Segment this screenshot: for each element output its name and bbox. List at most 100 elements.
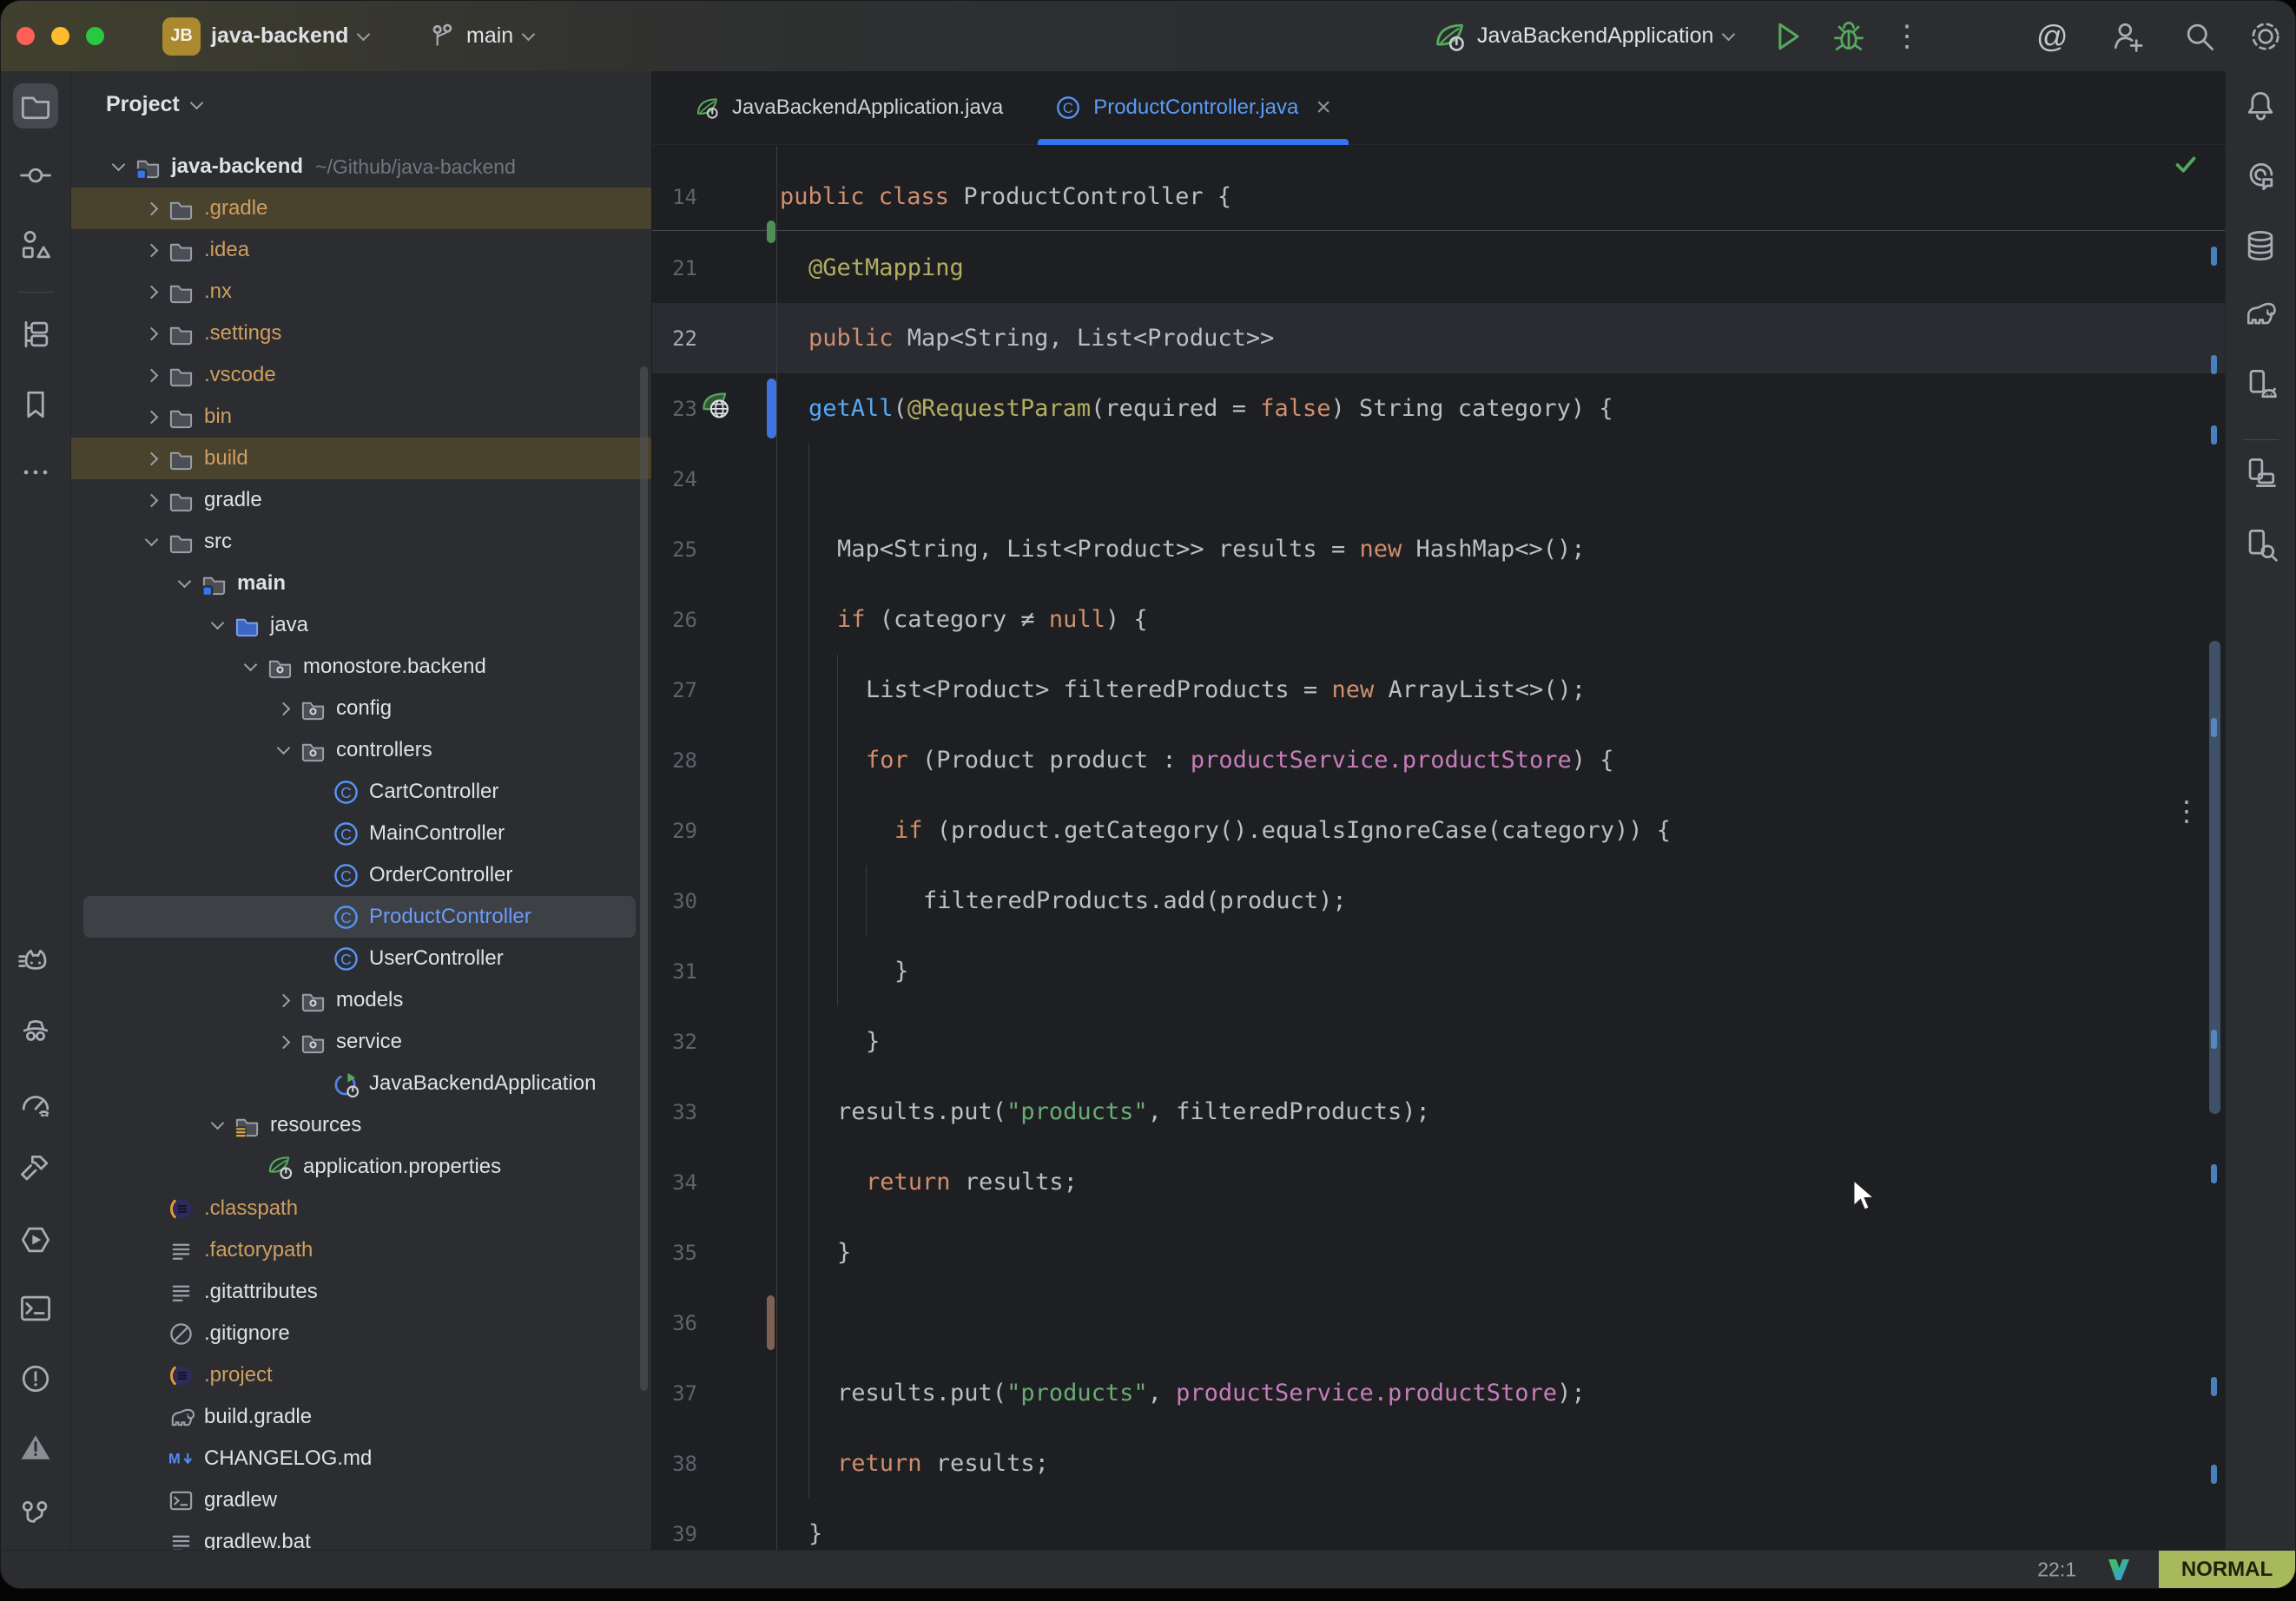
- minimize-window-button[interactable]: [51, 27, 69, 45]
- chevron-down-icon[interactable]: [202, 623, 232, 628]
- chevron-right-icon[interactable]: [136, 412, 166, 422]
- code-line-34[interactable]: 34return results;: [652, 1147, 2225, 1217]
- ai-assistant-icon[interactable]: [2238, 154, 2283, 199]
- tree-item-config[interactable]: config: [71, 688, 651, 729]
- tree-item-gradle[interactable]: gradle: [71, 479, 651, 521]
- code-line-33[interactable]: 33results.put("products", filteredProduc…: [652, 1077, 2225, 1147]
- editor-scrollbar[interactable]: [2209, 641, 2220, 1114]
- code-line-30[interactable]: 30filteredProducts.add(product);: [652, 866, 2225, 936]
- code-line-21[interactable]: 21@GetMapping: [652, 233, 2225, 303]
- branch-widget[interactable]: main: [428, 1, 533, 71]
- commit-icon[interactable]: [13, 153, 58, 198]
- tree-item-.vscode[interactable]: .vscode: [71, 354, 651, 396]
- tree-item-service[interactable]: service: [71, 1021, 651, 1063]
- tree-item-src[interactable]: src: [71, 521, 651, 563]
- ai-at-icon[interactable]: @: [2036, 1, 2068, 71]
- chevron-right-icon[interactable]: [268, 704, 298, 714]
- search-everywhere-icon[interactable]: [2181, 1, 2219, 71]
- services-icon[interactable]: [13, 312, 58, 357]
- code-line-25[interactable]: 25Map<String, List<Product>> results = n…: [652, 514, 2225, 584]
- chevron-right-icon[interactable]: [136, 371, 166, 380]
- problems-icon[interactable]: [13, 1356, 58, 1401]
- structure-icon[interactable]: [13, 223, 58, 268]
- code-line-29[interactable]: 29if (product.getCategory().equalsIgnore…: [652, 795, 2225, 866]
- device-manager-icon[interactable]: [2238, 362, 2283, 407]
- zoom-window-button[interactable]: [86, 27, 104, 45]
- tree-item-MainController[interactable]: CMainController: [71, 813, 651, 854]
- tree-item-CHANGELOG.md[interactable]: MCHANGELOG.md: [71, 1438, 651, 1479]
- chevron-right-icon[interactable]: [136, 496, 166, 505]
- bookmarks-icon[interactable]: [13, 382, 58, 427]
- chevron-down-icon[interactable]: [136, 539, 166, 544]
- incognito-icon[interactable]: [13, 1007, 58, 1052]
- profiler-icon[interactable]: [13, 1079, 58, 1124]
- code-line-35[interactable]: 35}: [652, 1217, 2225, 1288]
- code-line-24[interactable]: 24: [652, 444, 2225, 514]
- tree-item-build.gradle[interactable]: build.gradle: [71, 1396, 651, 1438]
- project-widget[interactable]: JB java-backend: [162, 1, 368, 71]
- notifications-icon[interactable]: [2238, 83, 2283, 128]
- chevron-down-icon[interactable]: [268, 748, 298, 753]
- running-devices-icon[interactable]: [2238, 450, 2283, 495]
- tree-item-gradlew.bat[interactable]: gradlew.bat: [71, 1521, 651, 1550]
- close-tab-icon[interactable]: ×: [1316, 95, 1331, 121]
- caret-position[interactable]: 22:1: [2037, 1558, 2076, 1581]
- chevron-right-icon[interactable]: [268, 1038, 298, 1047]
- project-icon[interactable]: [13, 83, 58, 128]
- tree-item-.gradle[interactable]: .gradle: [71, 188, 651, 229]
- editor-tab-JavaBackendApplication.java[interactable]: JavaBackendApplication.java: [668, 71, 1029, 144]
- code-line-28[interactable]: 28for (Product product : productService.…: [652, 725, 2225, 795]
- device-explorer-icon[interactable]: [2238, 522, 2283, 567]
- tree-item-bin[interactable]: bin: [71, 396, 651, 438]
- chevron-down-icon[interactable]: [169, 581, 199, 586]
- chevron-right-icon[interactable]: [136, 454, 166, 464]
- tree-item-.project[interactable]: .project: [71, 1354, 651, 1396]
- chevron-down-icon[interactable]: [189, 96, 203, 109]
- tree-item-.idea[interactable]: .idea: [71, 229, 651, 271]
- chevron-down-icon[interactable]: [103, 164, 133, 169]
- tree-item-resources[interactable]: resources: [71, 1104, 651, 1146]
- tree-item-build[interactable]: build: [71, 438, 651, 479]
- tree-item-UserController[interactable]: CUserController: [71, 938, 651, 979]
- code-line-38[interactable]: 38return results;: [652, 1428, 2225, 1499]
- copilot-icon[interactable]: [13, 940, 58, 985]
- terminal-icon[interactable]: [13, 1286, 58, 1331]
- close-window-button[interactable]: [16, 27, 35, 45]
- editor-tab-ProductController.java[interactable]: CProductController.java×: [1029, 71, 1357, 144]
- tree-item-OrderController[interactable]: COrderController: [71, 854, 651, 896]
- chevron-right-icon[interactable]: [136, 287, 166, 297]
- code-line-26[interactable]: 26if (category ≠ null) {: [652, 584, 2225, 655]
- tree-item-.gitignore[interactable]: .gitignore: [71, 1313, 651, 1354]
- code-line-27[interactable]: 27List<Product> filteredProducts = new A…: [652, 655, 2225, 725]
- settings-gear-icon[interactable]: [2247, 1, 2285, 71]
- tree-item-.nx[interactable]: .nx: [71, 271, 651, 313]
- tree-item-.gitattributes[interactable]: .gitattributes: [71, 1271, 651, 1313]
- ideavim-icon[interactable]: [2106, 1557, 2132, 1588]
- chevron-right-icon[interactable]: [136, 246, 166, 255]
- chevron-down-icon[interactable]: [202, 1123, 232, 1128]
- vcs-icon[interactable]: [13, 1493, 58, 1538]
- tree-scrollbar[interactable]: [640, 366, 648, 1391]
- run-button[interactable]: [1769, 1, 1807, 71]
- code-line-14[interactable]: 14public class ProductController {: [652, 163, 2225, 230]
- inspections-ok-check-icon[interactable]: [2171, 151, 2200, 185]
- more-icon[interactable]: [13, 450, 58, 495]
- tree-item-ProductController[interactable]: CProductController: [83, 896, 636, 938]
- tree-item-.classpath[interactable]: .classpath: [71, 1188, 651, 1229]
- run-services-icon[interactable]: [13, 1217, 58, 1262]
- database-icon[interactable]: [2238, 223, 2283, 268]
- tree-item-monostore.backend[interactable]: monostore.backend: [71, 646, 651, 688]
- run-configuration-widget[interactable]: JavaBackendApplication: [1432, 1, 1733, 71]
- tree-item-java-backend[interactable]: java-backend~/Github/java-backend: [71, 146, 651, 188]
- tree-item-controllers[interactable]: controllers: [71, 729, 651, 771]
- chevron-down-icon[interactable]: [235, 664, 265, 669]
- warnings-icon[interactable]: [13, 1425, 58, 1470]
- code-with-me-icon[interactable]: [2109, 1, 2148, 71]
- tree-item-main[interactable]: main: [71, 563, 651, 604]
- code-line-31[interactable]: 31}: [652, 936, 2225, 1006]
- code-line-22[interactable]: 22public Map<String, List<Product>>: [652, 303, 2225, 373]
- spring-endpoint-gutter-icon[interactable]: [701, 390, 732, 427]
- chevron-right-icon[interactable]: [268, 996, 298, 1005]
- tree-item-gradlew[interactable]: gradlew: [71, 1479, 651, 1521]
- tree-item-CartController[interactable]: CCartController: [71, 771, 651, 813]
